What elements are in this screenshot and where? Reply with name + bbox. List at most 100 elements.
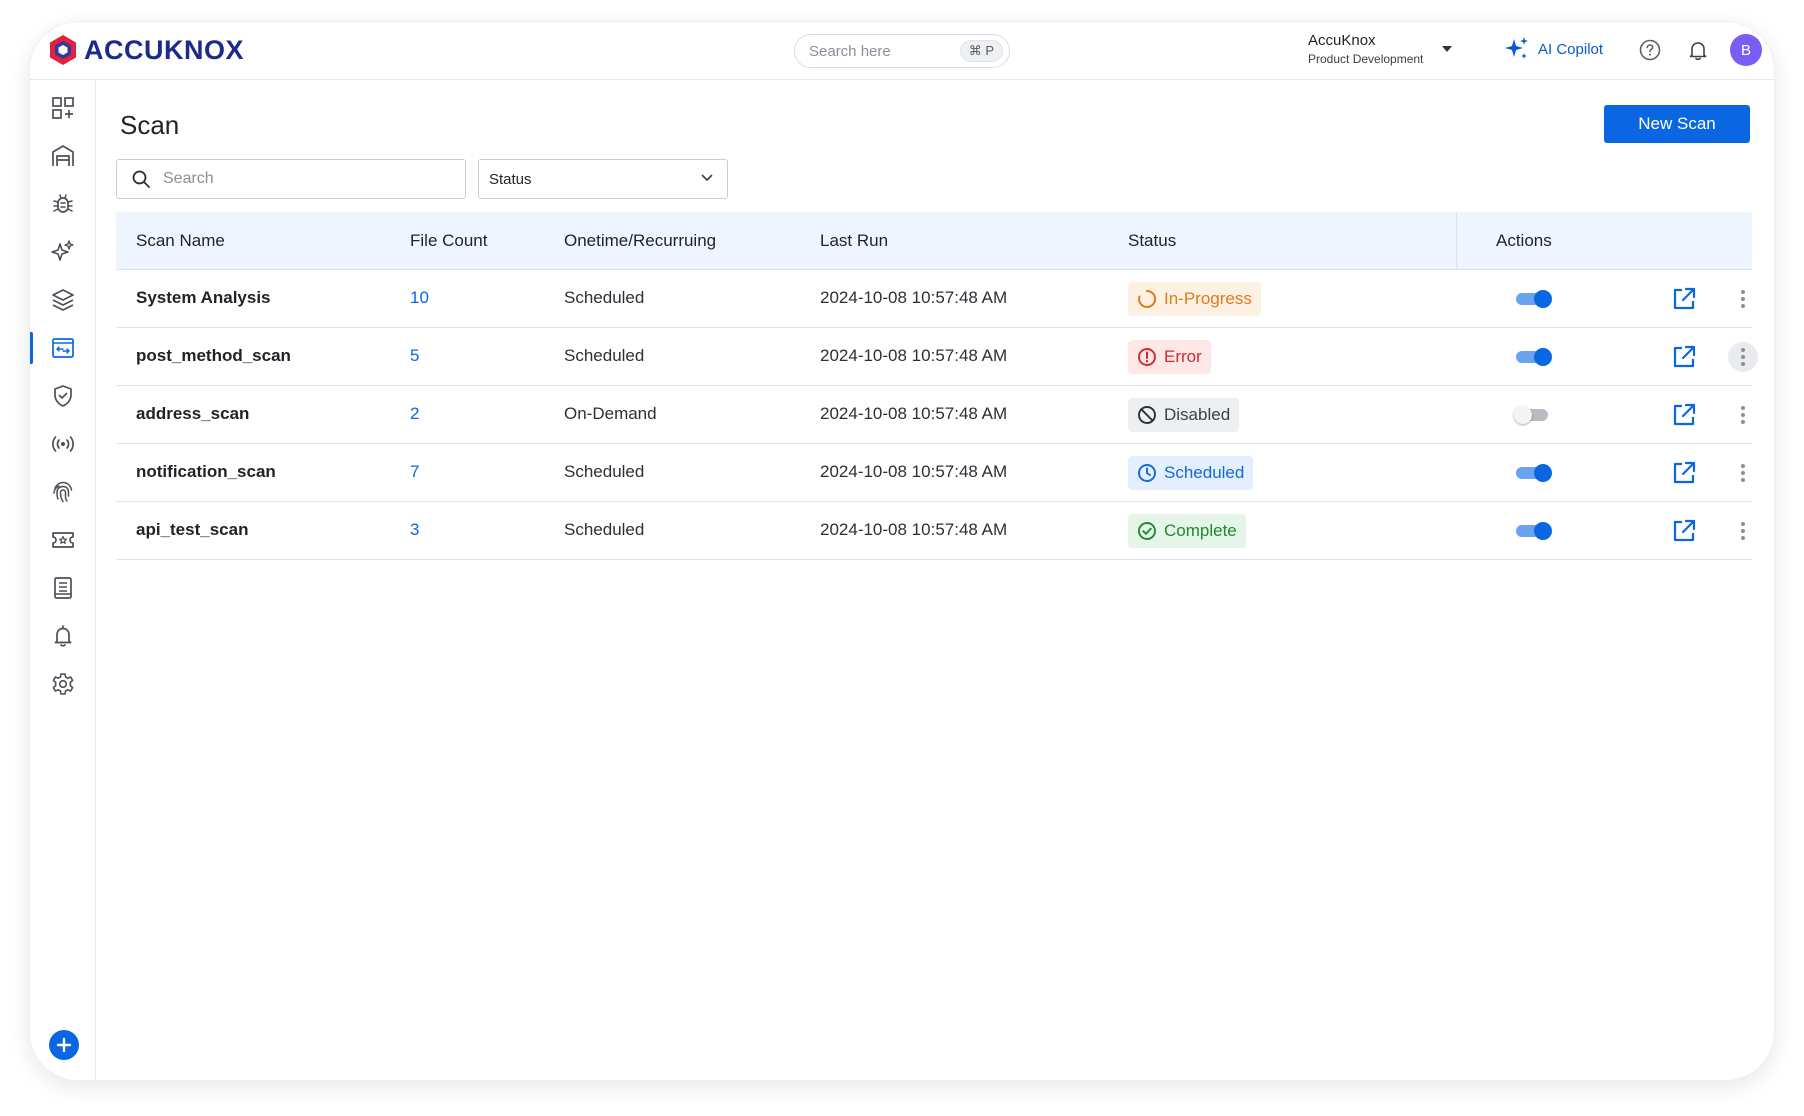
- global-search-input[interactable]: Search here ⌘ P: [794, 34, 1010, 68]
- check-circle-icon: [1138, 522, 1156, 540]
- scan-name[interactable]: api_test_scan: [136, 520, 248, 540]
- sidebar-item-identity[interactable]: [30, 472, 96, 512]
- header-scan-name[interactable]: Scan Name: [136, 231, 225, 251]
- add-button[interactable]: [49, 1030, 79, 1060]
- notifications-bell-icon[interactable]: [1686, 38, 1710, 67]
- scan-search-input[interactable]: Search: [116, 159, 466, 199]
- table-row[interactable]: System Analysis 10 Scheduled 2024-10-08 …: [116, 270, 1752, 328]
- ai-copilot-label: AI Copilot: [1538, 40, 1604, 58]
- alert-circle-icon: [1138, 348, 1156, 366]
- last-run: 2024-10-08 10:57:48 AM: [820, 288, 1008, 307]
- sidebar-item-ai[interactable]: [30, 232, 96, 272]
- header-onetime-recurring[interactable]: Onetime/Recurruing: [564, 231, 716, 251]
- sidebar-item-scan[interactable]: [30, 328, 96, 368]
- org-selector[interactable]: AccuKnox Product Development: [1308, 32, 1423, 66]
- warehouse-icon: [52, 145, 74, 166]
- open-external-icon[interactable]: [1670, 517, 1698, 545]
- sidebar-item-monitoring[interactable]: [30, 424, 96, 464]
- status-text: Error: [1164, 347, 1202, 366]
- scan-enabled-toggle[interactable]: [1514, 464, 1552, 482]
- ai-copilot-button[interactable]: AI Copilot: [1504, 36, 1603, 62]
- more-options-icon[interactable]: [1728, 342, 1758, 372]
- open-external-icon[interactable]: [1670, 285, 1698, 313]
- settings-icon: [52, 673, 74, 695]
- more-options-icon[interactable]: [1728, 400, 1758, 430]
- status-text: In-Progress: [1164, 289, 1252, 308]
- sidebar-item-security[interactable]: [30, 376, 96, 416]
- more-options-icon[interactable]: [1728, 458, 1758, 488]
- sidebar-item-layers[interactable]: [30, 280, 96, 320]
- sidebar-item-reports[interactable]: [30, 568, 96, 608]
- scan-type: On-Demand: [564, 404, 657, 423]
- file-count-link[interactable]: 2: [410, 404, 419, 424]
- open-external-icon[interactable]: [1670, 401, 1698, 429]
- user-avatar[interactable]: B: [1730, 34, 1762, 66]
- file-count-link[interactable]: 7: [410, 462, 419, 482]
- page-title: Scan: [120, 110, 180, 140]
- scan-enabled-toggle[interactable]: [1514, 290, 1552, 308]
- sparkle-icon: [1505, 37, 1528, 59]
- status-text: Scheduled: [1164, 463, 1245, 482]
- header-divider: [1456, 212, 1457, 270]
- scan-name[interactable]: System Analysis: [136, 288, 271, 308]
- last-run: 2024-10-08 10:57:48 AM: [820, 462, 1008, 481]
- sidebar: [30, 80, 96, 1080]
- brand-logo[interactable]: ACCUKNOX: [48, 34, 244, 66]
- scan-type: Scheduled: [564, 520, 645, 539]
- sidebar-item-settings[interactable]: [30, 664, 96, 704]
- ticket-icon: [52, 532, 74, 548]
- file-count-link[interactable]: 3: [410, 520, 419, 540]
- header-last-run[interactable]: Last Run: [820, 231, 888, 251]
- file-count-link[interactable]: 5: [410, 346, 419, 366]
- fingerprint-icon: [53, 481, 73, 503]
- spinner-icon: [1138, 289, 1157, 308]
- scan-name[interactable]: post_method_scan: [136, 346, 291, 366]
- help-icon[interactable]: [1638, 38, 1662, 67]
- more-options-icon[interactable]: [1728, 284, 1758, 314]
- scan-enabled-toggle[interactable]: [1514, 348, 1552, 366]
- top-bar: ACCUKNOX Search here ⌘ P AccuKnox Produc…: [30, 22, 1774, 80]
- chevron-down-icon: [701, 174, 713, 181]
- table-row[interactable]: post_method_scan 5 Scheduled 2024-10-08 …: [116, 328, 1758, 386]
- sidebar-item-vulnerabilities[interactable]: [30, 184, 96, 224]
- scan-enabled-toggle[interactable]: [1514, 406, 1552, 424]
- status-badge-disabled: Disabled: [1128, 398, 1240, 432]
- file-count-link[interactable]: 10: [410, 288, 429, 308]
- sidebar-item-dashboard[interactable]: [30, 88, 96, 128]
- scan-type: Scheduled: [564, 346, 645, 365]
- scans-table: Scan Name File Count Onetime/Recurruing …: [116, 212, 1758, 560]
- accuknox-logo-icon: [50, 35, 76, 65]
- header-status[interactable]: Status: [1128, 231, 1176, 251]
- open-external-icon[interactable]: [1670, 343, 1698, 371]
- status-filter-select[interactable]: Status: [478, 159, 728, 199]
- table-row[interactable]: address_scan 2 On-Demand 2024-10-08 10:5…: [116, 386, 1752, 444]
- shield-icon: [54, 385, 72, 407]
- table-row[interactable]: notification_scan 7 Scheduled 2024-10-08…: [116, 444, 1752, 502]
- open-external-icon[interactable]: [1670, 459, 1698, 487]
- more-options-icon[interactable]: [1728, 516, 1758, 546]
- org-workspace: Product Development: [1308, 52, 1424, 66]
- header-file-count[interactable]: File Count: [410, 231, 487, 251]
- last-run: 2024-10-08 10:57:48 AM: [820, 404, 1008, 423]
- scan-icon: [52, 338, 74, 358]
- scan-name[interactable]: notification_scan: [136, 462, 276, 482]
- status-badge-scheduled: Scheduled: [1128, 456, 1254, 490]
- scan-enabled-toggle[interactable]: [1514, 522, 1552, 540]
- search-icon: [132, 170, 150, 188]
- broadcast-icon: [52, 436, 74, 452]
- scan-name[interactable]: address_scan: [136, 404, 249, 424]
- plus-icon: [56, 1037, 72, 1053]
- header-actions: Actions: [1496, 231, 1552, 250]
- status-text: Complete: [1164, 521, 1237, 540]
- sidebar-item-tickets[interactable]: [30, 520, 96, 560]
- table-row[interactable]: api_test_scan 3 Scheduled 2024-10-08 10:…: [116, 502, 1752, 560]
- caret-down-icon[interactable]: [1442, 46, 1452, 52]
- scan-search-placeholder: Search: [163, 170, 214, 187]
- sparkle-icon: [51, 240, 74, 261]
- scan-type: Scheduled: [564, 462, 645, 481]
- sidebar-item-warehouse[interactable]: [30, 136, 96, 176]
- new-scan-button[interactable]: New Scan: [1604, 105, 1750, 143]
- clock-icon: [1138, 464, 1156, 482]
- bug-icon: [53, 194, 73, 213]
- sidebar-item-notifications[interactable]: [30, 616, 96, 656]
